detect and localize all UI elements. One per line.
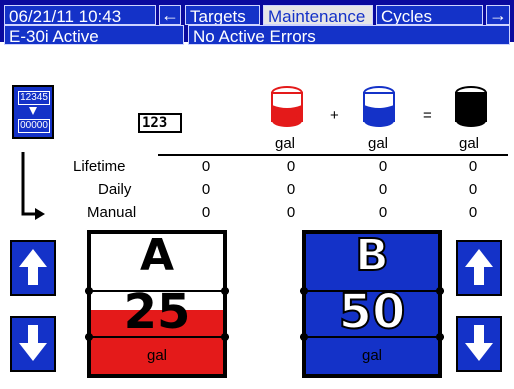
manual-value-3: 0 <box>378 204 388 221</box>
tab-maintenance[interactable]: Maintenance <box>263 5 373 25</box>
lifetime-value-4: 0 <box>468 158 478 175</box>
datetime-display: 06/21/11 10:43 <box>4 5 156 25</box>
counter-icon: 123 <box>138 113 182 133</box>
pump-a-hinge-dot <box>85 333 93 341</box>
arrow-down-icon <box>29 107 37 115</box>
pump-a-increase-button[interactable] <box>10 240 56 296</box>
unit-total: gal <box>459 135 480 152</box>
pump-a-hinge-dot <box>85 287 93 295</box>
l-arrow-icon <box>21 152 45 220</box>
tab-cycles[interactable]: Cycles <box>376 5 483 25</box>
pump-b-increase-button[interactable] <box>456 240 502 296</box>
arrow-up-icon <box>465 249 493 285</box>
pump-a-decrease-button[interactable] <box>10 316 56 372</box>
pump-b-hinge-dot <box>436 287 444 295</box>
row-label-daily: Daily <box>98 181 132 198</box>
lifetime-value-1: 0 <box>201 158 211 175</box>
cylinder-a-icon <box>271 86 303 127</box>
pump-b-divider-bottom <box>300 336 444 338</box>
tab-targets[interactable]: Targets <box>185 5 260 25</box>
pump-b-unit: gal <box>361 347 383 364</box>
unit-a: gal <box>275 135 296 152</box>
daily-value-4: 0 <box>468 181 478 198</box>
counter-icon-text: 123 <box>142 115 168 131</box>
daily-value-1: 0 <box>201 181 211 198</box>
pump-b-divider-top <box>300 290 444 292</box>
manual-value-1: 0 <box>201 204 211 221</box>
arrow-down-icon <box>465 325 493 361</box>
top-bar: 06/21/11 10:43 ← Targets Maintenance Cyc… <box>0 0 514 45</box>
pump-b-card[interactable]: B 50 gal <box>300 230 444 378</box>
pump-a-hinge-dot <box>221 287 229 295</box>
pump-a-card[interactable]: A 25 gal <box>85 230 229 378</box>
plus-operator: + <box>330 107 339 124</box>
cylinder-b-icon <box>363 86 395 127</box>
arrow-down-icon <box>19 325 47 361</box>
pump-a-value: 25 <box>123 284 191 340</box>
system-status: E-30i Active <box>4 25 184 45</box>
pump-b-hinge-dot <box>436 333 444 341</box>
manual-value-2: 0 <box>286 204 296 221</box>
lifetime-value-2: 0 <box>286 158 296 175</box>
pump-a-letter: A <box>139 230 175 281</box>
pump-a-divider-bottom <box>85 336 229 338</box>
reset-counter-button[interactable]: 12345 00000 <box>12 85 54 139</box>
table-divider <box>158 154 508 156</box>
pump-a-divider-top <box>85 290 229 292</box>
pump-b-hinge-dot <box>300 333 308 341</box>
pump-b-value: 50 <box>338 284 407 340</box>
daily-value-3: 0 <box>378 181 388 198</box>
reset-top-value: 12345 <box>18 91 50 105</box>
reset-bottom-value: 00000 <box>18 119 50 133</box>
equals-operator: = <box>423 107 432 124</box>
error-status: No Active Errors <box>188 25 510 45</box>
pump-b-letter: B <box>354 230 390 281</box>
pump-b-decrease-button[interactable] <box>456 316 502 372</box>
unit-b: gal <box>368 135 389 152</box>
back-arrow-button[interactable]: ← <box>159 5 181 25</box>
forward-arrow-button[interactable]: → <box>486 5 510 25</box>
pump-a-hinge-dot <box>221 333 229 341</box>
row-label-lifetime: Lifetime <box>73 158 126 175</box>
row-label-manual: Manual <box>87 204 137 221</box>
lifetime-value-3: 0 <box>378 158 388 175</box>
pump-a-unit: gal <box>146 347 168 364</box>
daily-value-2: 0 <box>286 181 296 198</box>
arrow-up-icon <box>19 249 47 285</box>
cylinder-total-icon <box>455 86 487 127</box>
manual-value-4: 0 <box>468 204 478 221</box>
pump-b-hinge-dot <box>300 287 308 295</box>
